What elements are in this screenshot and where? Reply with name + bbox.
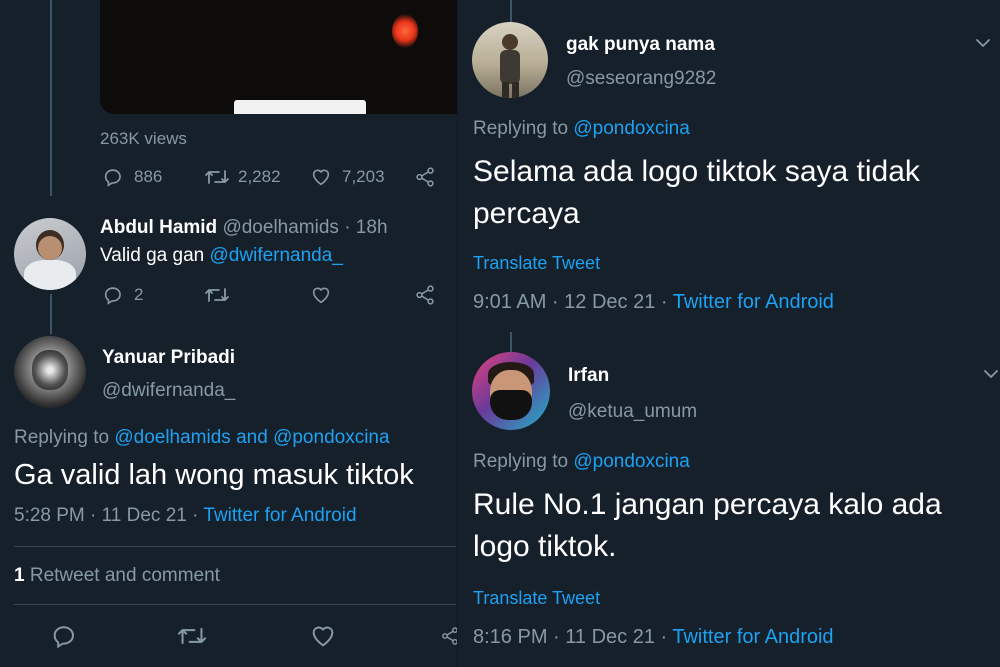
mention-link[interactable]: @pondoxcina xyxy=(573,451,689,472)
mention-link[interactable]: @pondoxcina xyxy=(573,118,689,139)
more-options-button[interactable] xyxy=(974,36,992,50)
retweet-button[interactable] xyxy=(204,284,230,306)
timestamp: 9:01 AM · 12 Dec 21 · xyxy=(473,291,668,313)
source-link[interactable]: Twitter for Android xyxy=(673,291,834,313)
display-name[interactable]: Irfan xyxy=(568,365,609,387)
user-handle[interactable]: @doelhamids xyxy=(222,217,338,238)
tweet-text: Valid ga gan @dwifernanda_ xyxy=(100,245,343,267)
tweet-text: Rule No.1 jangan percaya kalo ada logo t… xyxy=(473,488,942,563)
avatar[interactable] xyxy=(472,352,550,430)
tweet-text: Selama ada logo tiktok saya tidak percay… xyxy=(473,155,920,230)
reply-icon xyxy=(50,622,78,650)
reply-count: 886 xyxy=(134,167,163,186)
left-panel: 263K views 886 2,282 7,203 Abdul Hamid @… xyxy=(0,0,458,667)
heart-icon xyxy=(309,622,337,650)
retweet-icon xyxy=(204,284,230,306)
reply-button[interactable]: 2 xyxy=(102,284,143,306)
share-icon xyxy=(414,284,436,306)
replying-to-label: Replying to xyxy=(473,451,569,472)
like-button[interactable]: 7,203 xyxy=(310,166,385,188)
video-thumbnail[interactable] xyxy=(100,0,458,114)
user-handle[interactable]: @ketua_umum xyxy=(568,401,697,423)
avatar[interactable] xyxy=(14,218,86,290)
mention-link[interactable]: @pondoxcina xyxy=(273,427,389,448)
timestamp: 5:28 PM · 11 Dec 21 · xyxy=(14,505,199,526)
heart-icon xyxy=(310,166,332,188)
share-button[interactable] xyxy=(440,626,458,646)
like-count: 7,203 xyxy=(342,167,385,186)
thread-line xyxy=(50,0,52,196)
retweet-stats[interactable]: 1 Retweet and comment xyxy=(14,565,220,587)
reply-count: 2 xyxy=(134,285,144,304)
reply-icon xyxy=(102,166,124,188)
reply-header: Abdul Hamid @doelhamids · 18h xyxy=(100,217,388,239)
display-name[interactable]: Yanuar Pribadi xyxy=(102,347,235,369)
replying-to: Replying to @pondoxcina xyxy=(473,451,690,473)
replying-to-label: Replying to xyxy=(14,427,110,448)
view-count: 263K views xyxy=(100,129,187,148)
right-panel: gak punya nama @seseorang9282 Replying t… xyxy=(458,0,1000,667)
retweet-stat-count: 1 xyxy=(14,565,25,586)
share-button[interactable] xyxy=(414,284,436,306)
replying-to-label: Replying to xyxy=(473,118,569,139)
like-button[interactable] xyxy=(309,622,337,650)
reply-button[interactable] xyxy=(50,622,78,650)
retweet-stat-label: Retweet and comment xyxy=(29,565,220,586)
thread-line xyxy=(50,294,52,334)
mention-link[interactable]: @dwifernanda_ xyxy=(210,245,343,266)
tweet-meta: 9:01 AM · 12 Dec 21 · Twitter for Androi… xyxy=(473,291,834,314)
translate-tweet-link[interactable]: Translate Tweet xyxy=(473,253,600,274)
chevron-down-icon xyxy=(982,367,1000,381)
mention-link[interactable]: @doelhamids xyxy=(114,427,230,448)
tweet-text: Ga valid lah wong masuk tiktok xyxy=(14,459,414,491)
timestamp: 8:16 PM · 11 Dec 21 · xyxy=(473,626,668,648)
like-button[interactable] xyxy=(310,284,332,306)
avatar[interactable] xyxy=(14,336,86,408)
video-caption-box xyxy=(234,100,366,114)
share-button[interactable] xyxy=(414,166,436,188)
user-handle[interactable]: @seseorang9282 xyxy=(566,68,716,90)
display-name[interactable]: gak punya nama xyxy=(566,34,715,56)
tweet-text-body: Valid ga gan xyxy=(100,245,205,266)
replying-to: Replying to @pondoxcina xyxy=(473,118,690,140)
retweet-button[interactable] xyxy=(176,623,208,649)
divider xyxy=(14,546,456,547)
retweet-count: 2,282 xyxy=(238,167,281,186)
user-handle[interactable]: @dwifernanda_ xyxy=(102,380,235,402)
avatar[interactable] xyxy=(472,22,548,98)
tweet-meta: 5:28 PM · 11 Dec 21 · Twitter for Androi… xyxy=(14,505,357,527)
reply-button[interactable]: 886 xyxy=(102,166,162,188)
thread-line xyxy=(510,332,512,352)
share-icon xyxy=(440,626,458,646)
timestamp: · 18h xyxy=(344,217,388,238)
retweet-icon xyxy=(176,623,208,649)
share-icon xyxy=(414,166,436,188)
video-glow xyxy=(392,14,418,48)
source-link[interactable]: Twitter for Android xyxy=(203,505,356,526)
divider xyxy=(14,604,456,605)
chevron-down-icon xyxy=(974,36,992,50)
source-link[interactable]: Twitter for Android xyxy=(672,626,833,648)
heart-icon xyxy=(310,284,332,306)
thread-line xyxy=(510,0,512,22)
translate-tweet-link[interactable]: Translate Tweet xyxy=(473,588,600,609)
retweet-button[interactable]: 2,282 xyxy=(204,166,281,188)
reply-icon xyxy=(102,284,124,306)
display-name[interactable]: Abdul Hamid xyxy=(100,217,217,238)
retweet-icon xyxy=(204,166,230,188)
replying-to: Replying to @doelhamids and @pondoxcina xyxy=(14,427,390,449)
replying-and[interactable]: and xyxy=(236,427,268,448)
tweet-meta: 8:16 PM · 11 Dec 21 · Twitter for Androi… xyxy=(473,626,834,649)
more-options-button[interactable] xyxy=(982,367,1000,381)
